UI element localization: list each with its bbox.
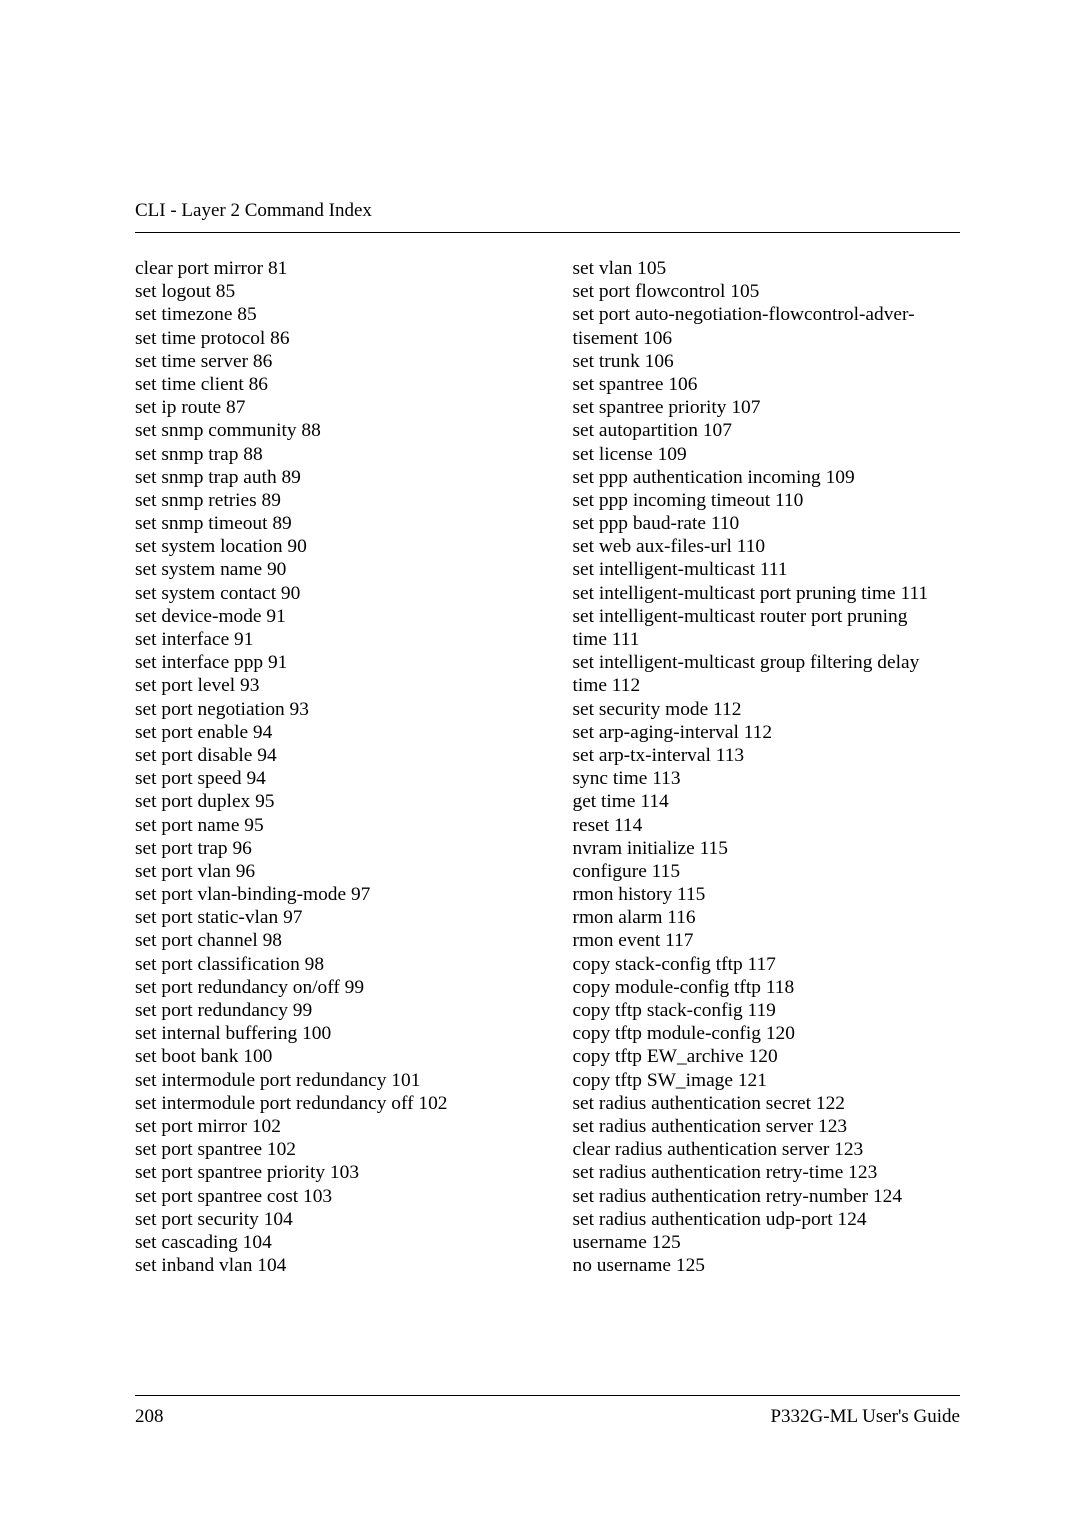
index-entry: copy tftp SW_image 121 xyxy=(573,1069,961,1092)
index-entry: set intelligent-multicast 111 xyxy=(573,558,961,581)
index-entry: set system location 90 xyxy=(135,535,523,558)
index-entry: set time client 86 xyxy=(135,373,523,396)
index-entry: set radius authentication udp-port 124 xyxy=(573,1208,961,1231)
index-entry: set arp-aging-interval 112 xyxy=(573,721,961,744)
index-entry: copy module-config tftp 118 xyxy=(573,976,961,999)
index-entry: set time protocol 86 xyxy=(135,327,523,350)
index-entry: set system name 90 xyxy=(135,558,523,581)
index-entry: tisement 106 xyxy=(573,327,961,350)
page-number: 208 xyxy=(135,1406,164,1428)
index-entry: set ppp authentication incoming 109 xyxy=(573,466,961,489)
index-entry: set ip route 87 xyxy=(135,396,523,419)
index-entry: set trunk 106 xyxy=(573,350,961,373)
index-entry: set logout 85 xyxy=(135,280,523,303)
index-entry: set port level 93 xyxy=(135,674,523,697)
index-entry: nvram initialize 115 xyxy=(573,837,961,860)
index-entry: time 112 xyxy=(573,674,961,697)
index-entry: set port redundancy on/off 99 xyxy=(135,976,523,999)
index-entry: set port enable 94 xyxy=(135,721,523,744)
index-entry: set radius authentication server 123 xyxy=(573,1115,961,1138)
index-entry: set boot bank 100 xyxy=(135,1045,523,1068)
index-entry: get time 114 xyxy=(573,790,961,813)
index-entry: copy stack-config tftp 117 xyxy=(573,953,961,976)
index-entry: set interface ppp 91 xyxy=(135,651,523,674)
index-entry: set port spantree 102 xyxy=(135,1138,523,1161)
document-page: CLI - Layer 2 Command Index clear port m… xyxy=(0,0,1080,1528)
header-rule xyxy=(135,232,960,233)
index-entry: set inband vlan 104 xyxy=(135,1254,523,1277)
index-entry: set port name 95 xyxy=(135,814,523,837)
index-entry: set radius authentication retry-time 123 xyxy=(573,1161,961,1184)
index-column-left: clear port mirror 81set logout 85set tim… xyxy=(135,257,523,1277)
index-entry: set internal buffering 100 xyxy=(135,1022,523,1045)
index-entry: set port redundancy 99 xyxy=(135,999,523,1022)
index-entry: set ppp incoming timeout 110 xyxy=(573,489,961,512)
page-footer: 208 P332G-ML User's Guide xyxy=(135,1395,960,1428)
index-entry: clear radius authentication server 123 xyxy=(573,1138,961,1161)
index-entry: set autopartition 107 xyxy=(573,419,961,442)
index-entry: set intermodule port redundancy 101 xyxy=(135,1069,523,1092)
index-entry: set spantree priority 107 xyxy=(573,396,961,419)
index-entry: set snmp trap 88 xyxy=(135,443,523,466)
guide-title: P332G-ML User's Guide xyxy=(770,1406,960,1428)
index-entry: copy tftp stack-config 119 xyxy=(573,999,961,1022)
index-entry: set port spantree cost 103 xyxy=(135,1185,523,1208)
index-entry: set port duplex 95 xyxy=(135,790,523,813)
index-entry: no username 125 xyxy=(573,1254,961,1277)
index-entry: sync time 113 xyxy=(573,767,961,790)
index-entry: set intelligent-multicast router port pr… xyxy=(573,605,961,628)
index-entry: set port security 104 xyxy=(135,1208,523,1231)
index-entry: set intermodule port redundancy off 102 xyxy=(135,1092,523,1115)
index-entry: clear port mirror 81 xyxy=(135,257,523,280)
index-entry: configure 115 xyxy=(573,860,961,883)
index-entry: set port spantree priority 103 xyxy=(135,1161,523,1184)
index-columns: clear port mirror 81set logout 85set tim… xyxy=(135,257,960,1277)
index-entry: set port vlan 96 xyxy=(135,860,523,883)
index-entry: set port negotiation 93 xyxy=(135,698,523,721)
index-entry: set port trap 96 xyxy=(135,837,523,860)
index-entry: set port mirror 102 xyxy=(135,1115,523,1138)
index-entry: set vlan 105 xyxy=(573,257,961,280)
index-entry: set arp-tx-interval 113 xyxy=(573,744,961,767)
index-column-right: set vlan 105set port flowcontrol 105set … xyxy=(573,257,961,1277)
index-entry: copy tftp module-config 120 xyxy=(573,1022,961,1045)
index-entry: rmon alarm 116 xyxy=(573,906,961,929)
index-entry: rmon event 117 xyxy=(573,929,961,952)
index-entry: set web aux-files-url 110 xyxy=(573,535,961,558)
index-entry: rmon history 115 xyxy=(573,883,961,906)
index-entry: set interface 91 xyxy=(135,628,523,651)
index-entry: set port disable 94 xyxy=(135,744,523,767)
index-entry: set ppp baud-rate 110 xyxy=(573,512,961,535)
index-entry: set cascading 104 xyxy=(135,1231,523,1254)
index-entry: set system contact 90 xyxy=(135,582,523,605)
index-entry: set device-mode 91 xyxy=(135,605,523,628)
index-entry: copy tftp EW_archive 120 xyxy=(573,1045,961,1068)
index-entry: time 111 xyxy=(573,628,961,651)
index-entry: set port static-vlan 97 xyxy=(135,906,523,929)
index-entry: set port flowcontrol 105 xyxy=(573,280,961,303)
footer-rule xyxy=(135,1395,960,1396)
index-entry: set snmp timeout 89 xyxy=(135,512,523,535)
index-entry: set time server 86 xyxy=(135,350,523,373)
index-entry: set port vlan-binding-mode 97 xyxy=(135,883,523,906)
index-entry: reset 114 xyxy=(573,814,961,837)
index-entry: set snmp retries 89 xyxy=(135,489,523,512)
index-entry: set intelligent-multicast group filterin… xyxy=(573,651,961,674)
index-entry: set port classification 98 xyxy=(135,953,523,976)
index-entry: set port auto-negotiation-flowcontrol-ad… xyxy=(573,303,961,326)
index-entry: set license 109 xyxy=(573,443,961,466)
page-header: CLI - Layer 2 Command Index xyxy=(135,200,960,222)
index-entry: set port channel 98 xyxy=(135,929,523,952)
index-entry: set security mode 112 xyxy=(573,698,961,721)
index-entry: set radius authentication retry-number 1… xyxy=(573,1185,961,1208)
index-entry: set snmp trap auth 89 xyxy=(135,466,523,489)
index-entry: set port speed 94 xyxy=(135,767,523,790)
index-entry: set radius authentication secret 122 xyxy=(573,1092,961,1115)
index-entry: set spantree 106 xyxy=(573,373,961,396)
index-entry: set timezone 85 xyxy=(135,303,523,326)
index-entry: username 125 xyxy=(573,1231,961,1254)
index-entry: set intelligent-multicast port pruning t… xyxy=(573,582,961,605)
index-entry: set snmp community 88 xyxy=(135,419,523,442)
